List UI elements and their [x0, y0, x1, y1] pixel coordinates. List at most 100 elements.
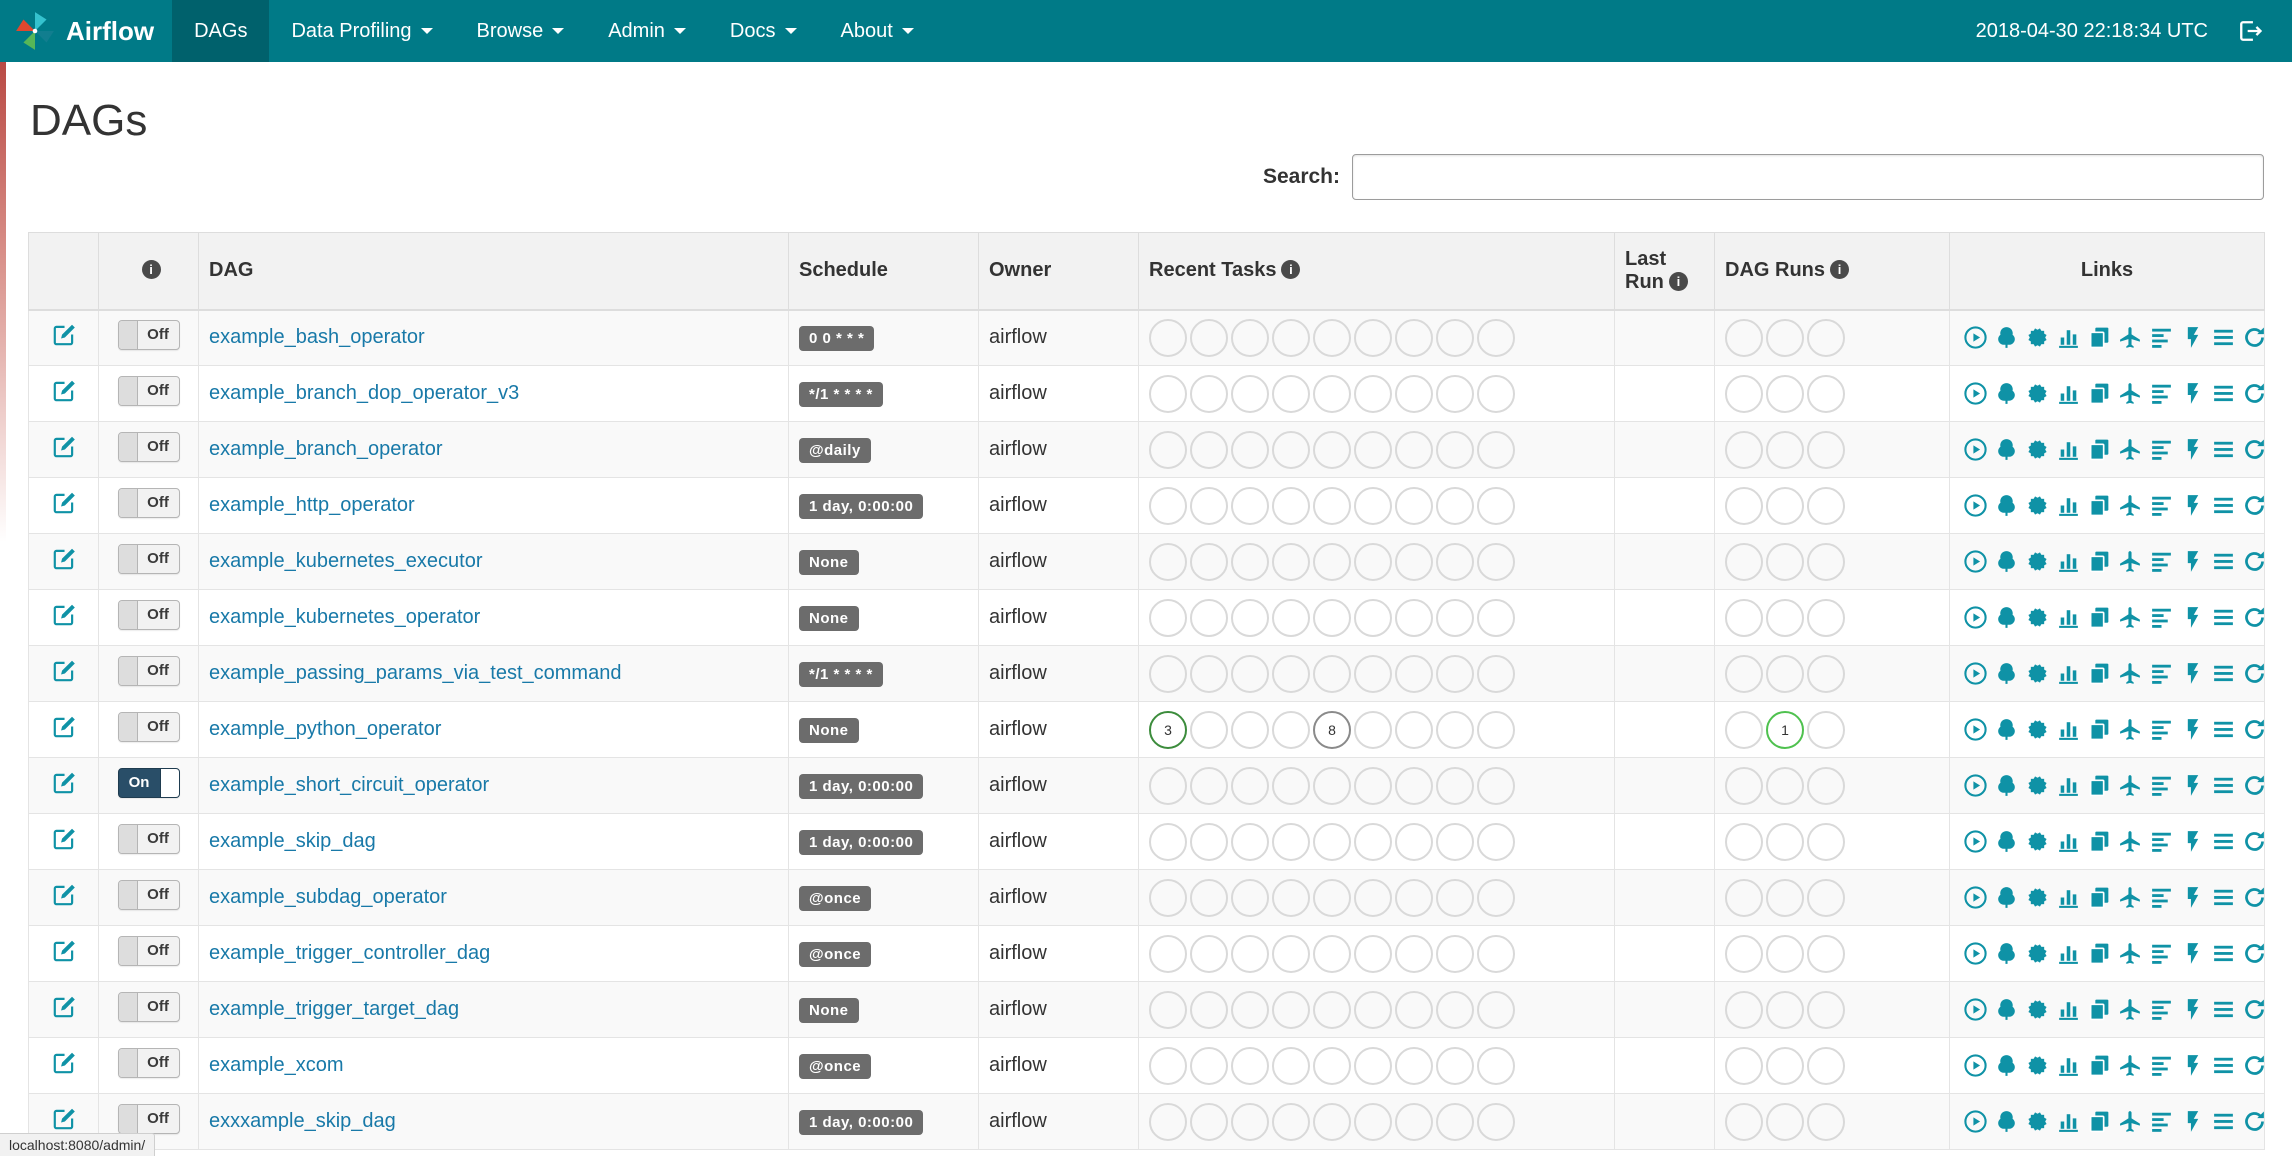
task-duration-icon[interactable]: [2056, 661, 2081, 686]
logs-icon[interactable]: [2211, 829, 2236, 854]
airflow-brand[interactable]: Airflow: [0, 0, 172, 62]
pause-toggle[interactable]: Off: [117, 711, 180, 742]
edit-dag-icon[interactable]: [51, 714, 77, 740]
code-view-icon[interactable]: [2180, 1109, 2205, 1134]
dag-name-link[interactable]: example_kubernetes_operator: [209, 606, 480, 628]
task-tries-icon[interactable]: [2087, 829, 2112, 854]
pause-toggle[interactable]: Off: [117, 599, 180, 630]
landing-times-icon[interactable]: [2118, 493, 2143, 518]
tree-view-icon[interactable]: [1994, 549, 2019, 574]
dag-name-link[interactable]: example_bash_operator: [209, 326, 425, 348]
refresh-icon[interactable]: [2242, 773, 2265, 798]
logs-icon[interactable]: [2211, 661, 2236, 686]
trigger-dag-icon[interactable]: [1963, 381, 1988, 406]
tree-view-icon[interactable]: [1994, 381, 2019, 406]
task-tries-icon[interactable]: [2087, 661, 2112, 686]
pause-toggle[interactable]: Off: [117, 991, 180, 1022]
task-tries-icon[interactable]: [2087, 549, 2112, 574]
tree-view-icon[interactable]: [1994, 661, 2019, 686]
task-tries-icon[interactable]: [2087, 493, 2112, 518]
gantt-view-icon[interactable]: [2149, 885, 2174, 910]
code-view-icon[interactable]: [2180, 605, 2205, 630]
nav-item-docs[interactable]: Docs: [708, 0, 819, 62]
trigger-dag-icon[interactable]: [1963, 325, 1988, 350]
graph-view-icon[interactable]: [2025, 1109, 2050, 1134]
edit-dag-icon[interactable]: [51, 770, 77, 796]
code-view-icon[interactable]: [2180, 829, 2205, 854]
task-tries-icon[interactable]: [2087, 941, 2112, 966]
dag-name-link[interactable]: example_skip_dag: [209, 830, 376, 852]
trigger-dag-icon[interactable]: [1963, 829, 1988, 854]
gantt-view-icon[interactable]: [2149, 437, 2174, 462]
tree-view-icon[interactable]: [1994, 1053, 2019, 1078]
logs-icon[interactable]: [2211, 773, 2236, 798]
graph-view-icon[interactable]: [2025, 437, 2050, 462]
landing-times-icon[interactable]: [2118, 605, 2143, 630]
logs-icon[interactable]: [2211, 885, 2236, 910]
logs-icon[interactable]: [2211, 437, 2236, 462]
graph-view-icon[interactable]: [2025, 941, 2050, 966]
tree-view-icon[interactable]: [1994, 941, 2019, 966]
nav-item-data-profiling[interactable]: Data Profiling: [269, 0, 454, 62]
landing-times-icon[interactable]: [2118, 773, 2143, 798]
graph-view-icon[interactable]: [2025, 325, 2050, 350]
landing-times-icon[interactable]: [2118, 1109, 2143, 1134]
code-view-icon[interactable]: [2180, 997, 2205, 1022]
task-duration-icon[interactable]: [2056, 717, 2081, 742]
landing-times-icon[interactable]: [2118, 1053, 2143, 1078]
gantt-view-icon[interactable]: [2149, 997, 2174, 1022]
logs-icon[interactable]: [2211, 493, 2236, 518]
graph-view-icon[interactable]: [2025, 997, 2050, 1022]
refresh-icon[interactable]: [2242, 549, 2265, 574]
landing-times-icon[interactable]: [2118, 997, 2143, 1022]
dag-name-link[interactable]: example_xcom: [209, 1054, 344, 1076]
pause-toggle[interactable]: Off: [117, 935, 180, 966]
refresh-icon[interactable]: [2242, 437, 2265, 462]
task-tries-icon[interactable]: [2087, 1109, 2112, 1134]
dag-name-link[interactable]: example_python_operator: [209, 718, 441, 740]
landing-times-icon[interactable]: [2118, 829, 2143, 854]
graph-view-icon[interactable]: [2025, 493, 2050, 518]
logs-icon[interactable]: [2211, 549, 2236, 574]
dag-name-link[interactable]: example_short_circuit_operator: [209, 774, 489, 796]
pause-toggle[interactable]: Off: [117, 487, 180, 518]
tree-view-icon[interactable]: [1994, 605, 2019, 630]
logs-icon[interactable]: [2211, 381, 2236, 406]
edit-dag-icon[interactable]: [51, 602, 77, 628]
trigger-dag-icon[interactable]: [1963, 1109, 1988, 1134]
edit-dag-icon[interactable]: [51, 378, 77, 404]
task-duration-icon[interactable]: [2056, 941, 2081, 966]
pause-toggle[interactable]: On: [117, 767, 180, 798]
trigger-dag-icon[interactable]: [1963, 1053, 1988, 1078]
logout-icon[interactable]: [2236, 17, 2264, 45]
tree-view-icon[interactable]: [1994, 325, 2019, 350]
task-tries-icon[interactable]: [2087, 325, 2112, 350]
task-duration-icon[interactable]: [2056, 773, 2081, 798]
landing-times-icon[interactable]: [2118, 885, 2143, 910]
search-input[interactable]: [1352, 154, 2264, 200]
edit-dag-icon[interactable]: [51, 322, 77, 348]
gantt-view-icon[interactable]: [2149, 1053, 2174, 1078]
task-duration-icon[interactable]: [2056, 1109, 2081, 1134]
landing-times-icon[interactable]: [2118, 381, 2143, 406]
pause-toggle[interactable]: Off: [117, 543, 180, 574]
logs-icon[interactable]: [2211, 1109, 2236, 1134]
logs-icon[interactable]: [2211, 997, 2236, 1022]
pause-toggle[interactable]: Off: [117, 375, 180, 406]
trigger-dag-icon[interactable]: [1963, 773, 1988, 798]
code-view-icon[interactable]: [2180, 1053, 2205, 1078]
trigger-dag-icon[interactable]: [1963, 941, 1988, 966]
task-duration-icon[interactable]: [2056, 493, 2081, 518]
graph-view-icon[interactable]: [2025, 661, 2050, 686]
task-tries-icon[interactable]: [2087, 381, 2112, 406]
code-view-icon[interactable]: [2180, 325, 2205, 350]
refresh-icon[interactable]: [2242, 941, 2265, 966]
task-duration-icon[interactable]: [2056, 829, 2081, 854]
graph-view-icon[interactable]: [2025, 717, 2050, 742]
graph-view-icon[interactable]: [2025, 885, 2050, 910]
code-view-icon[interactable]: [2180, 661, 2205, 686]
edit-dag-icon[interactable]: [51, 490, 77, 516]
task-duration-icon[interactable]: [2056, 549, 2081, 574]
refresh-icon[interactable]: [2242, 1053, 2265, 1078]
refresh-icon[interactable]: [2242, 381, 2265, 406]
